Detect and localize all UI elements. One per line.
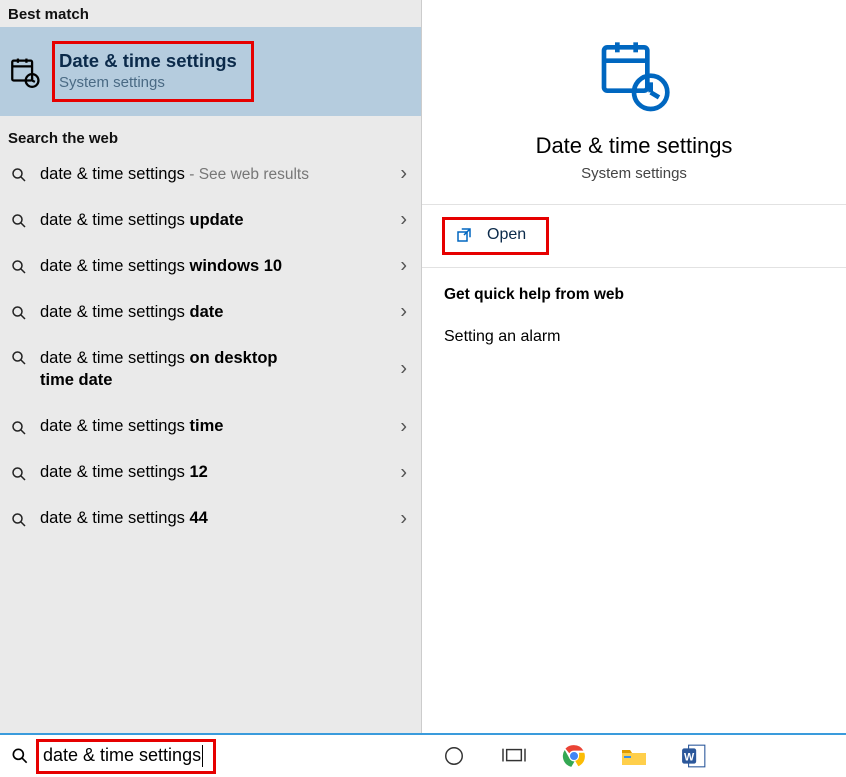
web-result-text: date & time settings date [40, 301, 253, 323]
chevron-right-icon: › [400, 255, 407, 278]
open-label: Open [487, 226, 526, 244]
web-result[interactable]: date & time settings date › [0, 289, 421, 335]
taskbar-apps: W [422, 735, 846, 777]
calendar-clock-icon [594, 34, 674, 114]
search-icon [10, 511, 28, 529]
detail-title: Date & time settings [432, 133, 836, 159]
web-result-text: date & time settings 12 [40, 461, 238, 483]
text-cursor [202, 745, 203, 767]
search-input-highlight: date & time settings [36, 739, 216, 774]
search-icon [10, 746, 30, 766]
search-icon [10, 419, 28, 437]
search-icon [10, 212, 28, 230]
quick-help-link[interactable]: Setting an alarm [422, 310, 846, 352]
web-result[interactable]: date & time settings windows 10 › [0, 243, 421, 289]
web-result[interactable]: date & time settings 44 › [0, 496, 421, 542]
web-result-text: date & time settings 44 [40, 507, 238, 529]
results-column: Best match Date & time settings System s… [0, 0, 422, 733]
cortana-icon[interactable] [440, 742, 468, 770]
search-icon [10, 258, 28, 276]
web-result-text: date & time settings - See web results [40, 163, 339, 186]
file-explorer-icon[interactable] [620, 742, 648, 770]
open-external-icon [455, 226, 473, 244]
best-match-result[interactable]: Date & time settings System settings [0, 27, 421, 116]
chrome-icon[interactable] [560, 742, 588, 770]
chevron-right-icon: › [400, 461, 407, 484]
search-icon [10, 166, 28, 184]
detail-pane: Date & time settings System settings Ope… [422, 0, 846, 733]
quick-help-header: Get quick help from web [422, 268, 846, 310]
search-icon [10, 465, 28, 483]
chevron-right-icon: › [400, 301, 407, 324]
best-match-highlight: Date & time settings System settings [52, 41, 254, 102]
taskbar: date & time settings [0, 733, 846, 777]
chevron-right-icon: › [400, 507, 407, 530]
best-match-subtitle: System settings [59, 74, 237, 91]
search-web-header: Search the web [0, 116, 421, 151]
start-search-panel: Best match Date & time settings System s… [0, 0, 846, 733]
search-input-text: date & time settings [43, 745, 201, 766]
web-result-text: date & time settings on desktop time dat… [40, 347, 340, 392]
search-icon [10, 304, 28, 322]
chevron-right-icon: › [400, 163, 407, 186]
open-button[interactable]: Open [442, 217, 549, 255]
svg-text:W: W [684, 751, 695, 763]
chevron-right-icon: › [400, 415, 407, 438]
chevron-right-icon: › [400, 209, 407, 232]
detail-header: Date & time settings System settings [422, 0, 846, 204]
calendar-clock-icon [8, 55, 42, 89]
web-result-text: date & time settings update [40, 209, 274, 231]
web-result[interactable]: date & time settings - See web results › [0, 151, 421, 197]
best-match-title: Date & time settings [59, 50, 237, 72]
detail-subtitle: System settings [432, 165, 836, 182]
open-action-row: Open [422, 204, 846, 268]
web-result[interactable]: date & time settings time › [0, 404, 421, 450]
word-icon[interactable]: W [680, 742, 708, 770]
web-result-text: date & time settings windows 10 [40, 255, 312, 277]
web-results-list: date & time settings - See web results ›… [0, 151, 421, 733]
chevron-right-icon: › [400, 358, 407, 381]
task-view-icon[interactable] [500, 742, 528, 770]
search-icon [10, 349, 28, 367]
best-match-header: Best match [0, 0, 421, 27]
web-result[interactable]: date & time settings on desktop time dat… [0, 335, 421, 404]
taskbar-search[interactable]: date & time settings [0, 735, 422, 777]
web-result-text: date & time settings time [40, 415, 253, 437]
web-result[interactable]: date & time settings 12 › [0, 450, 421, 496]
web-result[interactable]: date & time settings update › [0, 197, 421, 243]
